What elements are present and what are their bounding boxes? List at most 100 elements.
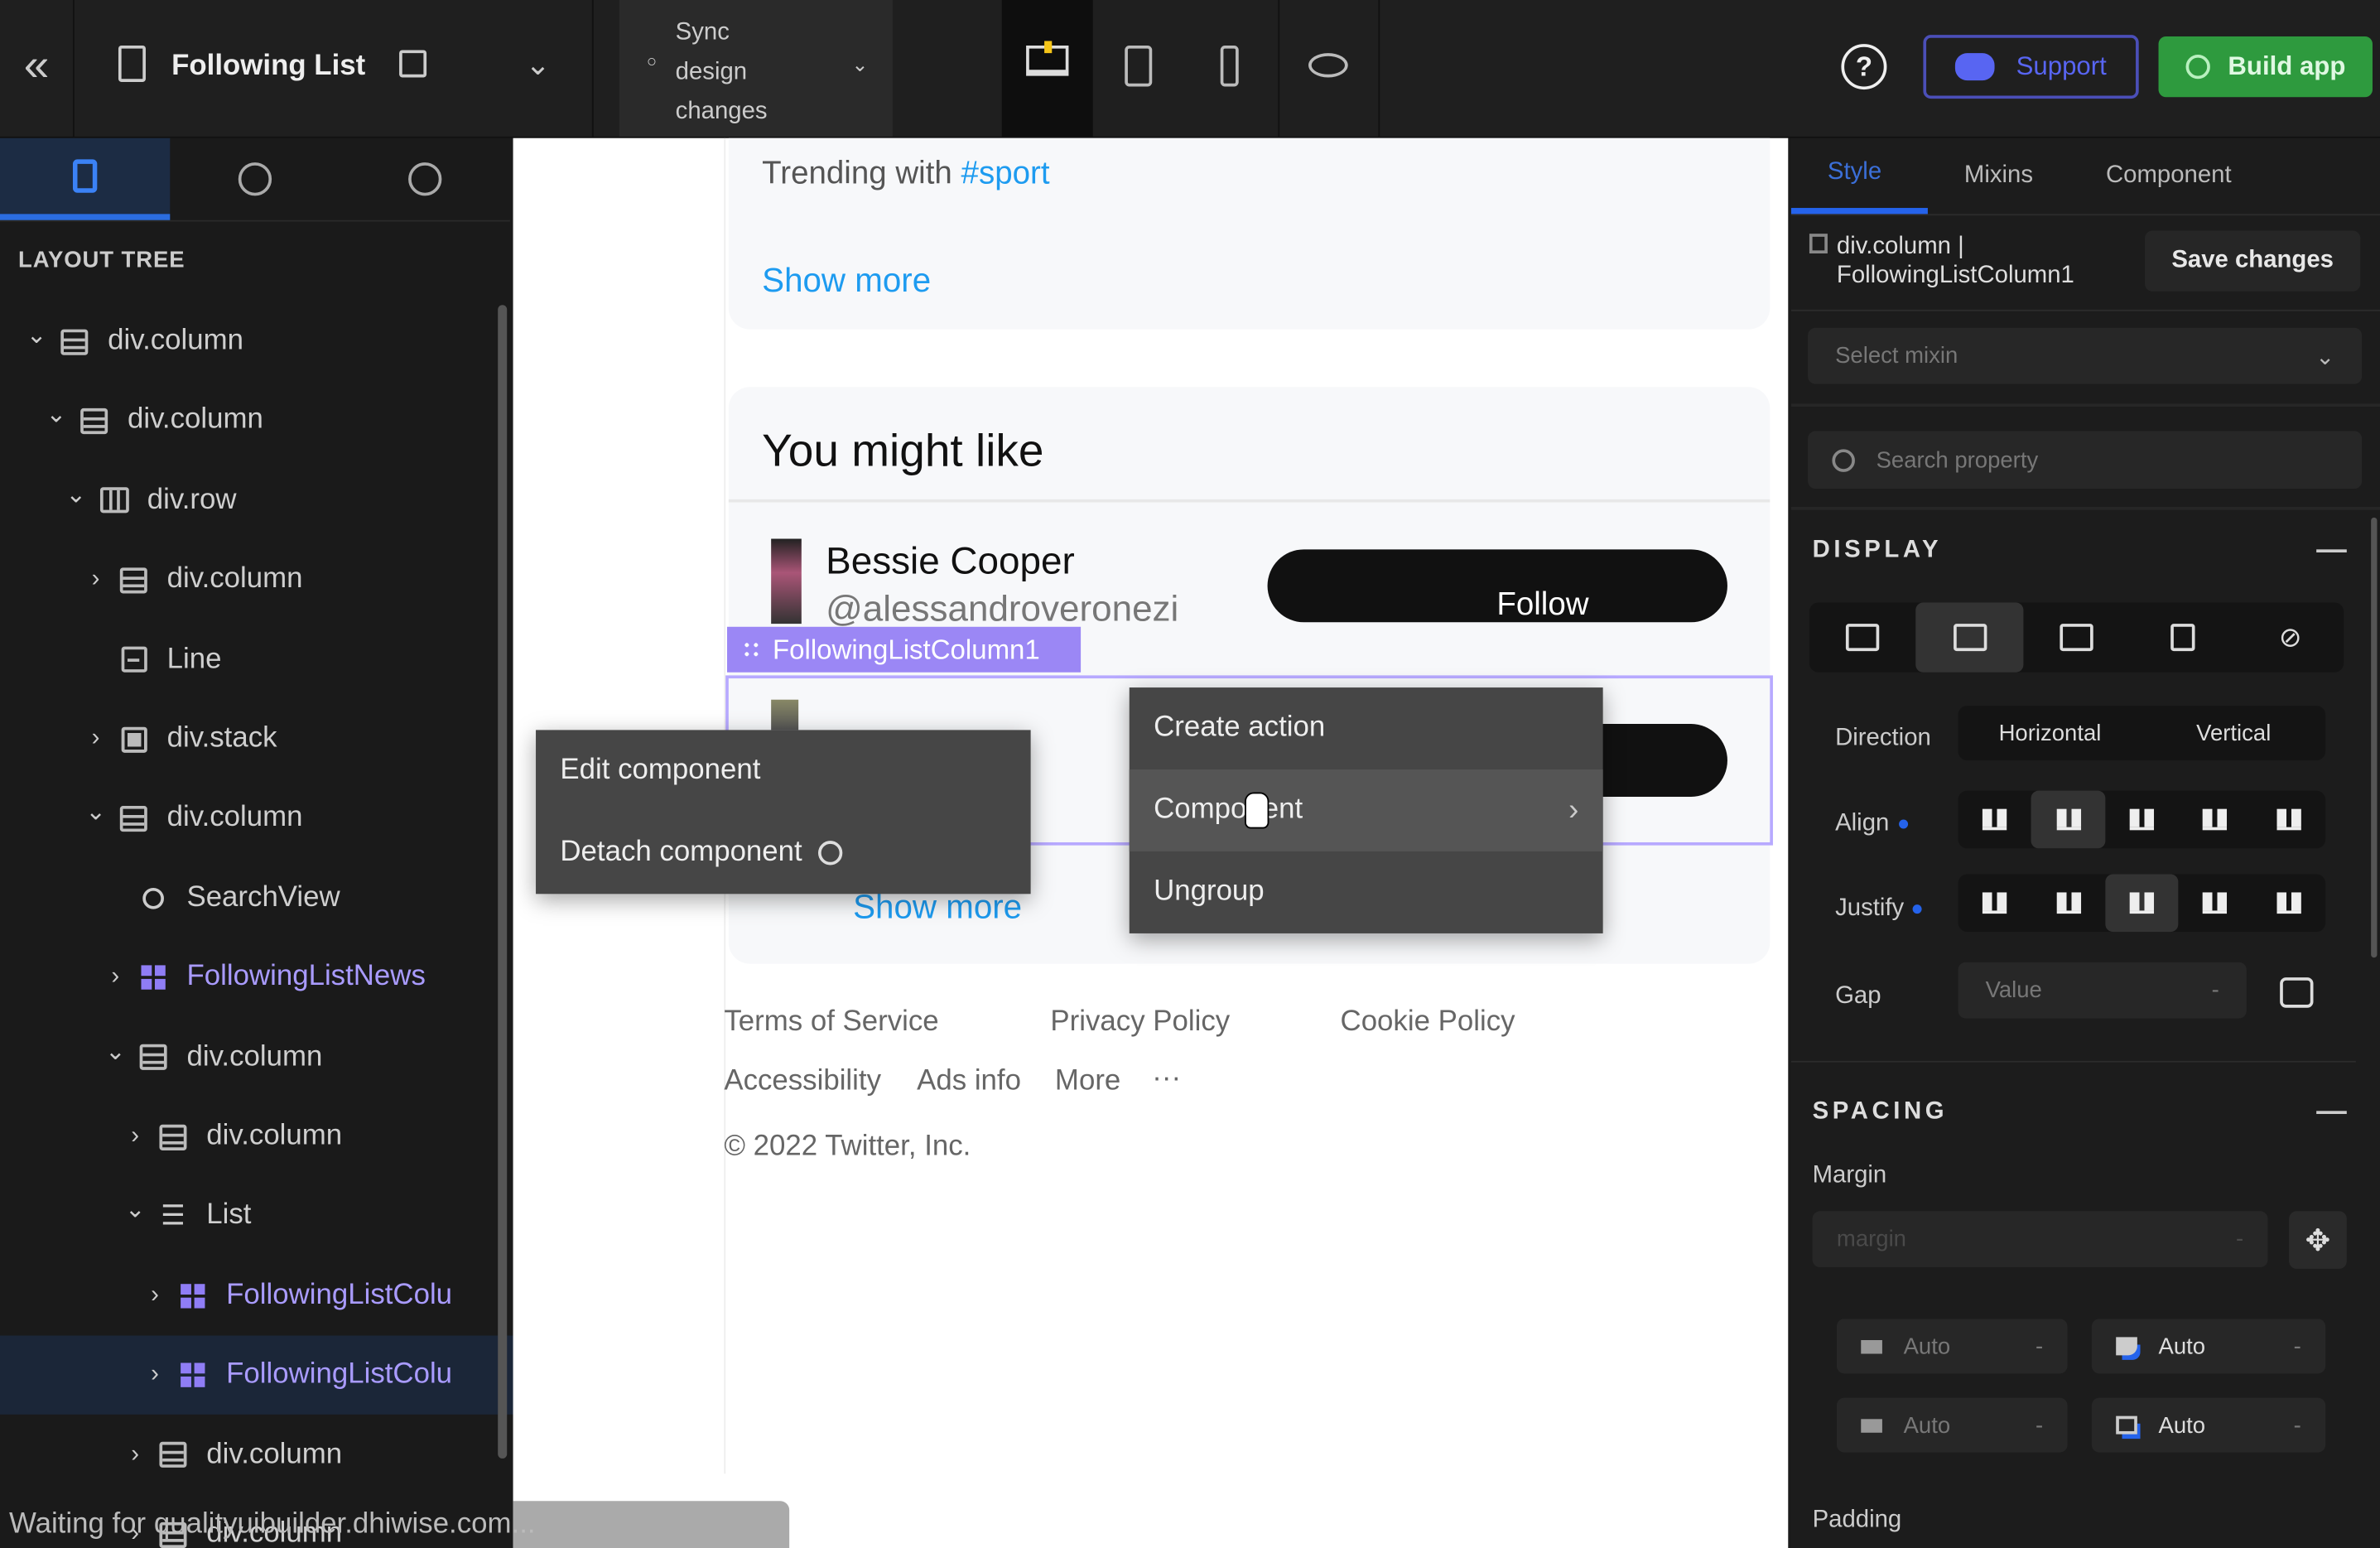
column-icon	[79, 407, 109, 435]
tree-item[interactable]: SearchView	[0, 859, 600, 938]
footer-link[interactable]: Privacy Policy	[1050, 1006, 1230, 1039]
menu-item-detach-component[interactable]: Detach component	[536, 812, 1031, 894]
justify-option[interactable]	[2179, 874, 2252, 932]
tree-item[interactable]: ⌄ div.row	[0, 461, 560, 540]
chevron-right-icon[interactable]: ›	[85, 726, 107, 753]
collapse-spacing-icon[interactable]	[2316, 1111, 2347, 1114]
selected-element-id: FollowingListColumn1	[1836, 263, 2074, 289]
select-mixin-dropdown[interactable]: Select mixin ⌄	[1808, 327, 2363, 384]
footer-link[interactable]: More	[1055, 1065, 1120, 1098]
tree-item[interactable]: › FollowingListNews	[0, 938, 600, 1017]
edit-icon[interactable]	[399, 50, 427, 78]
component-tag[interactable]: FollowingListColumn1	[727, 626, 1082, 673]
tree-item[interactable]: ⌄ div.column	[0, 382, 541, 461]
chevron-down-icon[interactable]: ⌄	[46, 400, 67, 431]
margin-input[interactable]: margin -	[1812, 1211, 2268, 1268]
desktop-view-button[interactable]	[1001, 0, 1093, 137]
page-dropdown-chevron-icon[interactable]: ⌄	[525, 46, 551, 84]
tab-code[interactable]	[340, 138, 510, 220]
collapse-display-icon[interactable]	[2316, 549, 2347, 552]
footer-link[interactable]: Cookie Policy	[1341, 1006, 1515, 1039]
chevron-down-icon[interactable]: ⌄	[26, 321, 47, 351]
sync-icon: ○	[646, 53, 658, 72]
menu-item-ungroup[interactable]: Ungroup	[1130, 851, 1603, 933]
menu-item-edit-component[interactable]: Edit component	[536, 730, 1031, 812]
display-block-option[interactable]	[1809, 602, 1916, 672]
justify-option[interactable]	[2252, 874, 2325, 932]
save-changes-button[interactable]: Save changes	[2145, 230, 2361, 292]
justify-option[interactable]	[1958, 874, 2032, 932]
align-option[interactable]	[2252, 791, 2325, 849]
chevron-down-icon[interactable]: ⌄	[124, 1195, 146, 1226]
display-flex-option[interactable]	[1915, 602, 2024, 673]
tablet-view-icon[interactable]	[1125, 45, 1153, 87]
tab-style[interactable]: Style	[1790, 138, 1928, 215]
justify-option[interactable]	[2105, 874, 2179, 933]
info-icon[interactable]	[817, 841, 842, 866]
unit-dropdown-icon[interactable]: -	[2212, 977, 2219, 1003]
menu-item-create-action[interactable]: Create action	[1130, 687, 1603, 769]
unit-dropdown-icon[interactable]: -	[2236, 1227, 2243, 1252]
help-icon[interactable]: ?	[1841, 44, 1887, 90]
margin-bottom-icon	[1861, 1418, 1882, 1432]
display-inline-option[interactable]	[2130, 602, 2237, 672]
tree-scrollbar[interactable]	[498, 305, 508, 1459]
more-dots-icon[interactable]: ···	[1152, 1063, 1181, 1096]
tree-item[interactable]: ⌄ div.column	[0, 779, 580, 858]
margin-expand-icon[interactable]: ✥	[2289, 1211, 2347, 1269]
display-type-selector: ⊘	[1809, 602, 2344, 673]
row-icon	[99, 487, 129, 514]
footer-link[interactable]: Accessibility	[724, 1065, 881, 1098]
margin-top-input[interactable]: Auto -	[1836, 1319, 2068, 1374]
chevron-down-icon[interactable]: ⌄	[65, 480, 87, 510]
chevron-down-icon[interactable]: ⌄	[85, 798, 107, 828]
tree-item[interactable]: ⌄ div.column	[0, 302, 521, 381]
show-more-link[interactable]: Show more	[762, 261, 931, 301]
display-none-option[interactable]: ⊘	[2237, 602, 2344, 672]
select-mixin-placeholder: Select mixin	[1835, 343, 1958, 369]
tree-item[interactable]: Line	[0, 620, 580, 699]
align-option[interactable]	[2031, 790, 2106, 849]
chevron-right-icon[interactable]: ›	[144, 1362, 166, 1389]
margin-left-input[interactable]: Auto -	[2091, 1397, 2326, 1453]
gap-input[interactable]: Value -	[1958, 962, 2247, 1019]
tab-component[interactable]: Component	[2069, 138, 2268, 215]
tree-item[interactable]: › div.column	[0, 541, 580, 620]
build-app-button[interactable]: Build app	[2158, 36, 2373, 98]
margin-bottom-input[interactable]: Auto -	[1836, 1397, 2068, 1453]
menu-item-component[interactable]: Component ›	[1129, 769, 1603, 851]
direction-vertical-option[interactable]: Vertical	[2142, 706, 2325, 760]
tab-target[interactable]	[170, 138, 340, 220]
tree-item[interactable]: ⌄ div.column	[0, 1018, 600, 1097]
support-button[interactable]: Support	[1923, 35, 2139, 99]
footer-link[interactable]: Terms of Service	[724, 1006, 938, 1039]
trending-hashtag[interactable]: #sport	[961, 157, 1050, 191]
align-option[interactable]	[2105, 791, 2179, 849]
direction-horizontal-option[interactable]: Horizontal	[1958, 706, 2142, 760]
sync-design-changes-dropdown[interactable]: Sync ○ design changes ⌄	[619, 0, 893, 137]
display-grid-option[interactable]	[2023, 602, 2130, 672]
chevron-right-icon[interactable]: ›	[144, 1282, 166, 1309]
justify-option[interactable]	[2031, 874, 2105, 932]
follow-button[interactable]: Follow	[1267, 549, 1727, 623]
collapse-back-icon[interactable]: «	[15, 41, 57, 90]
tab-mixins[interactable]: Mixins	[1928, 138, 2069, 215]
align-option[interactable]	[2179, 791, 2252, 849]
preview-eye-icon[interactable]	[1308, 53, 1348, 78]
margin-right-input[interactable]: Auto -	[2091, 1319, 2326, 1374]
chevron-right-icon[interactable]: ›	[124, 1441, 146, 1468]
page-title[interactable]: Following List	[171, 50, 365, 83]
chevron-right-icon[interactable]: ›	[124, 1123, 146, 1150]
align-option[interactable]	[1958, 791, 2032, 849]
chevron-right-icon[interactable]: ›	[104, 964, 126, 991]
mobile-view-icon[interactable]	[1220, 45, 1239, 87]
search-property-input[interactable]: Search property	[1808, 431, 2363, 489]
chevron-down-icon[interactable]: ⌄	[104, 1036, 126, 1067]
chevron-right-icon[interactable]: ›	[85, 567, 107, 594]
tree-item[interactable]: › div.stack	[0, 700, 580, 779]
inspector-scrollbar[interactable]	[2371, 517, 2378, 958]
component-icon	[138, 964, 169, 991]
footer-link[interactable]: Ads info	[917, 1065, 1021, 1098]
tab-layout-tree[interactable]	[0, 137, 171, 220]
gap-link-icon[interactable]	[2280, 977, 2314, 1008]
